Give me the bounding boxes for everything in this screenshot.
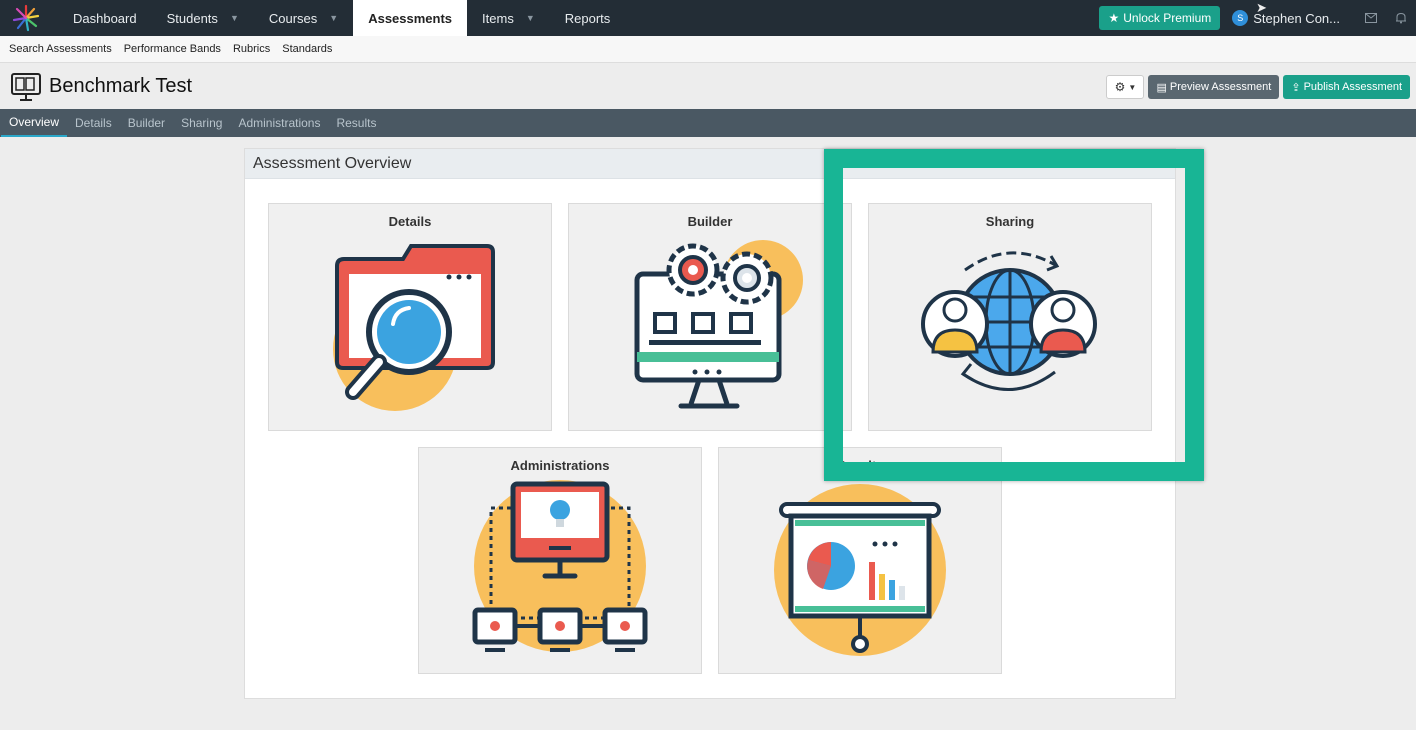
subnav-standards[interactable]: Standards [282,43,332,55]
details-card[interactable]: Details [268,203,552,431]
card-title: Builder [687,214,733,229]
administrations-card[interactable]: Administrations [418,447,702,674]
tab-overview[interactable]: Overview [1,109,68,137]
nav-items[interactable]: Items ▼ [467,0,550,36]
preview-assessment-button[interactable]: ▤ Preview Assessment [1148,75,1280,99]
nav-assessments[interactable]: Assessments [353,0,468,36]
assessment-monitor-icon [11,72,41,101]
subnav-performance-bands[interactable]: Performance Bands [124,43,221,55]
nav-courses[interactable]: Courses ▼ [254,0,353,36]
publish-assessment-button[interactable]: ⇪ Publish Assessment [1283,75,1410,99]
caret-down-icon: ▼ [1128,82,1137,92]
subnav-search-assessments[interactable]: Search Assessments [9,43,112,55]
presentation-chart-icon [774,484,946,656]
tab-details[interactable]: Details [67,109,120,137]
page-header: Benchmark Test ⚙ ▼ ▤ Preview Assessment … [0,64,1416,109]
subnav-rubrics[interactable]: Rubrics [233,43,270,55]
page-title: Benchmark Test [49,75,193,97]
top-navbar: Dashboard Students ▼ Courses ▼ Assessments… [0,0,1416,36]
caret-down-icon: ▼ [329,13,339,23]
tab-sharing[interactable]: Sharing [173,109,230,137]
nav-dashboard[interactable]: Dashboard [58,0,152,36]
tab-administrations[interactable]: Administrations [230,109,328,137]
magnifier-folder-icon [333,244,495,411]
nav-reports[interactable]: Reports [550,0,626,36]
nav-students[interactable]: Students ▼ [152,0,254,36]
mouse-cursor-icon: ➤ [1256,0,1267,15]
tab-results[interactable]: Results [328,109,384,137]
bell-icon[interactable] [1386,0,1416,36]
gear-icon: ⚙ [1114,80,1126,94]
avatar: S [1232,10,1249,26]
results-card[interactable]: Results [718,447,1002,674]
builder-card[interactable]: Builder [568,203,852,431]
assessment-tabs: Overview Details Builder Sharing Adminis… [0,109,1416,137]
caret-down-icon: ▼ [525,13,535,23]
user-menu[interactable]: S Stephen Con... [1232,10,1340,26]
settings-dropdown-button[interactable]: ⚙ ▼ [1106,75,1145,99]
caret-down-icon: ▼ [229,13,239,23]
card-title: Administrations [510,458,610,473]
tab-builder[interactable]: Builder [120,109,173,137]
app-logo[interactable] [8,0,44,36]
mail-icon[interactable] [1356,0,1386,36]
monitor-gears-icon [634,240,803,409]
card-title: Details [388,214,432,229]
star-icon: ★ [1108,11,1120,25]
unlock-premium-button[interactable]: ★ Unlock Premium [1099,6,1221,30]
sub-navbar: Search Assessments Performance Bands Rub… [0,36,1416,63]
highlight-frame [824,149,1204,481]
upload-icon: ⇪ [1291,81,1301,94]
network-monitors-icon [472,480,648,652]
preview-icon: ▤ [1156,81,1167,94]
